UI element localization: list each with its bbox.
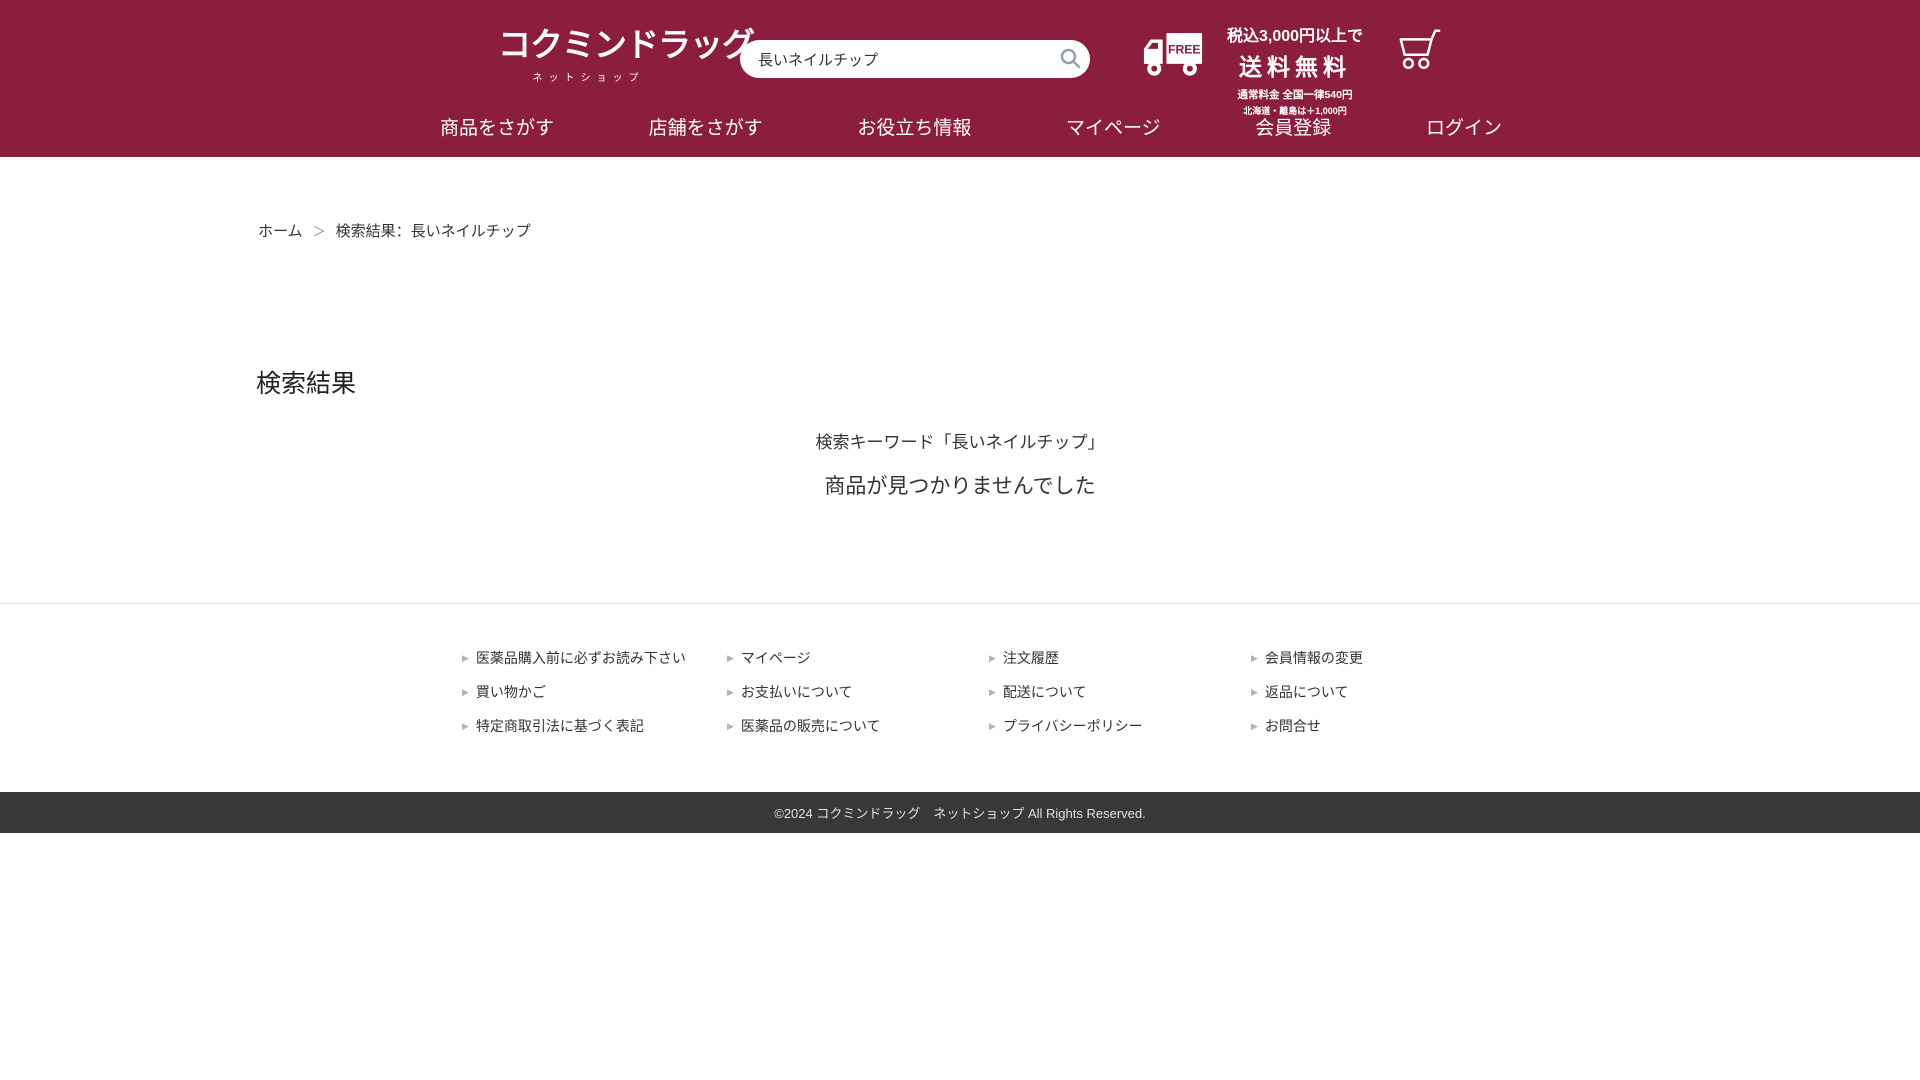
page-title: 検索結果	[256, 364, 356, 400]
footer-link-label: 会員情報の変更	[1265, 648, 1363, 668]
main-nav: 商品をさがす 店舗をさがす お役立ち情報 マイページ 会員登録 ログイン	[440, 113, 1502, 140]
logo-title: コクミンドラッグ	[498, 18, 673, 66]
footer-link-order-history[interactable]: ▶ 注文履歴	[989, 648, 1251, 668]
footer-link-drug-notice[interactable]: ▶ 医薬品購入前に必ずお読み下さい	[462, 648, 727, 668]
copyright-bar: ©2024 コクミンドラッグ ネットショップ All Rights Reserv…	[0, 792, 1920, 833]
nav-item-login[interactable]: ログイン	[1426, 113, 1502, 140]
breadcrumb-separator: ＞	[313, 224, 326, 239]
footer-link-commercial-law[interactable]: ▶ 特定商取引法に基づく表記	[462, 716, 727, 736]
free-shipping-banner: FREE 税込3,000円以上で 送料無料 通常料金 全国一律540円 北海道・…	[1143, 22, 1375, 117]
shipping-text: 税込3,000円以上で 送料無料 通常料金 全国一律540円 北海道・離島は＋1…	[1215, 22, 1375, 117]
footer-link-grid: ▶ 医薬品購入前に必ずお読み下さい ▶ マイページ ▶ 注文履歴 ▶ 会員情報の変更 ▶…	[462, 648, 1502, 736]
footer-link-label: 特定商取引法に基づく表記	[476, 716, 644, 736]
footer-link-mypage[interactable]: ▶ マイページ	[727, 648, 989, 668]
footer-link-privacy-policy[interactable]: ▶ プライバシーポリシー	[989, 716, 1251, 736]
footer: ▶医薬品購入前に必ずお読み下さい ▶マイページ ▶注文履歴 ▶会員情報の変更 ▶…	[0, 603, 1920, 604]
footer-link-cart[interactable]: ▶ 買い物かご	[462, 682, 727, 702]
footer-link-member-info[interactable]: ▶ 会員情報の変更	[1251, 648, 1502, 668]
search-keyword-line: 検索キーワード「長いネイルチップ」	[0, 428, 1920, 453]
shipping-free-label: 送料無料	[1215, 48, 1375, 82]
footer-link-returns[interactable]: ▶ 返品について	[1251, 682, 1502, 702]
shipping-normal-fee: 通常料金 全国一律540円	[1215, 87, 1375, 102]
no-results-message: 商品が見つかりませんでした	[0, 470, 1920, 500]
footer-link-label: マイページ	[741, 648, 811, 668]
cart-icon	[1396, 60, 1442, 75]
copyright-text: ©2024 コクミンドラッグ ネットショップ All Rights Reserv…	[774, 803, 1146, 822]
footer-link-label: 注文履歴	[1003, 648, 1059, 668]
search-input[interactable]	[740, 51, 1050, 68]
cart-button[interactable]	[1396, 26, 1442, 75]
breadcrumb-current: 検索結果：長いネイルチップ	[336, 223, 531, 240]
logo-subtitle: ネットショップ	[498, 69, 673, 84]
search-icon	[1059, 47, 1081, 72]
free-badge-text: FREE	[1168, 43, 1200, 57]
site-header: コクミンドラッグ ネットショップ FREE	[0, 0, 1920, 157]
site-logo[interactable]: コクミンドラッグ ネットショップ	[498, 18, 673, 84]
footer-link-label: 配送について	[1003, 682, 1087, 702]
breadcrumb-home-link[interactable]: ホーム	[258, 223, 303, 240]
footer-link-contact[interactable]: ▶ お問合せ	[1251, 716, 1502, 736]
arrow-right-icon: ▶	[1251, 721, 1258, 732]
breadcrumb: ホーム ＞ 検索結果：長いネイルチップ	[258, 220, 531, 241]
footer-link-drug-sales[interactable]: ▶ 医薬品の販売について	[727, 716, 989, 736]
nav-item-info[interactable]: お役立ち情報	[857, 113, 971, 140]
arrow-right-icon: ▶	[989, 687, 996, 698]
footer-link-delivery[interactable]: ▶ 配送について	[989, 682, 1251, 702]
nav-item-mypage[interactable]: マイページ	[1066, 113, 1161, 140]
arrow-right-icon: ▶	[727, 687, 734, 698]
footer-link-label: お問合せ	[1265, 716, 1321, 736]
arrow-right-icon: ▶	[727, 721, 734, 732]
footer-link-label: 買い物かご	[476, 682, 546, 702]
nav-item-products[interactable]: 商品をさがす	[440, 113, 554, 140]
arrow-right-icon: ▶	[462, 653, 469, 664]
footer-link-payment[interactable]: ▶ お支払いについて	[727, 682, 989, 702]
search-button[interactable]	[1050, 40, 1090, 78]
truck-free-icon: FREE	[1143, 32, 1203, 83]
shipping-threshold: 税込3,000円以上で	[1215, 22, 1375, 46]
nav-item-stores[interactable]: 店舗をさがす	[649, 113, 763, 140]
arrow-right-icon: ▶	[989, 653, 996, 664]
arrow-right-icon: ▶	[989, 721, 996, 732]
nav-item-register[interactable]: 会員登録	[1255, 113, 1331, 140]
arrow-right-icon: ▶	[727, 653, 734, 664]
footer-link-label: 返品について	[1265, 682, 1349, 702]
arrow-right-icon: ▶	[462, 687, 469, 698]
footer-link-label: 医薬品の販売について	[741, 716, 881, 736]
arrow-right-icon: ▶	[1251, 687, 1258, 698]
footer-link-label: プライバシーポリシー	[1003, 716, 1143, 736]
footer-link-label: お支払いについて	[741, 682, 853, 702]
arrow-right-icon: ▶	[1251, 653, 1258, 664]
footer-link-label: 医薬品購入前に必ずお読み下さい	[476, 648, 686, 668]
arrow-right-icon: ▶	[462, 721, 469, 732]
search-bar	[740, 40, 1090, 78]
